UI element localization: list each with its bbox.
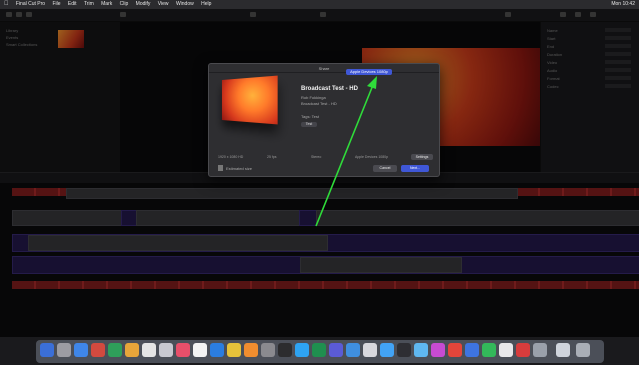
spreadsheet-icon[interactable]: [312, 343, 326, 357]
tag-chip[interactable]: Test: [301, 122, 317, 127]
menu-edit[interactable]: Edit: [68, 0, 77, 9]
chrome-icon[interactable]: [91, 343, 105, 357]
share-dialog: Share Apple Devices 1080p Broadcast Test…: [208, 63, 440, 177]
settings-button[interactable]: Settings: [411, 154, 433, 160]
menu-clip[interactable]: Clip: [120, 0, 129, 9]
dialog-title: Share: [318, 66, 330, 71]
format-resolution: 1920 x 1080 HD: [218, 155, 244, 159]
compressor-icon[interactable]: [346, 343, 360, 357]
format-preset: Apple Devices 1080p: [355, 155, 389, 159]
estimated-size-label: Estimated size: [226, 166, 253, 171]
format-audio: Stereo: [311, 155, 322, 159]
mail-icon[interactable]: [380, 343, 394, 357]
calendar-icon[interactable]: [142, 343, 156, 357]
maps-icon[interactable]: [414, 343, 428, 357]
menu-app[interactable]: Final Cut Pro: [16, 0, 45, 9]
menu-mark[interactable]: Mark: [101, 0, 112, 9]
menubar-clock: Mon 10:42: [611, 1, 635, 7]
zoom-app-icon[interactable]: [465, 343, 479, 357]
utilities-icon[interactable]: [533, 343, 547, 357]
youtube-icon[interactable]: [516, 343, 530, 357]
stickies-icon[interactable]: [227, 343, 241, 357]
messages-icon[interactable]: [108, 343, 122, 357]
firefox-icon[interactable]: [244, 343, 258, 357]
apple-menu-icon[interactable]: : [4, 0, 9, 9]
contacts-icon[interactable]: [159, 343, 173, 357]
menu-bar:  Final Cut Pro File Edit Trim Mark Clip…: [0, 0, 639, 9]
project-info-line: Broadcast Test - HD: [301, 101, 337, 106]
safari-icon[interactable]: [74, 343, 88, 357]
menu-modify[interactable]: Modify: [136, 0, 151, 9]
menu-file[interactable]: File: [52, 0, 60, 9]
music-icon[interactable]: [176, 343, 190, 357]
trash-icon[interactable]: [576, 343, 590, 357]
launchpad-icon[interactable]: [57, 343, 71, 357]
project-info-line: Tags: Test: [301, 114, 319, 119]
photos-icon[interactable]: [193, 343, 207, 357]
file-icon: [218, 165, 223, 171]
photoshop-icon[interactable]: [295, 343, 309, 357]
facetime-icon[interactable]: [482, 343, 496, 357]
podcasts-icon[interactable]: [431, 343, 445, 357]
format-framerate: 25 fps: [267, 155, 277, 159]
cancel-button[interactable]: Cancel: [373, 165, 397, 172]
news-icon[interactable]: [448, 343, 462, 357]
divider: [209, 72, 439, 73]
terminal-icon[interactable]: [397, 343, 411, 357]
finder-icon[interactable]: [40, 343, 54, 357]
menu-view[interactable]: View: [158, 0, 169, 9]
destination-tab[interactable]: Apple Devices 1080p: [346, 69, 392, 75]
menu-trim[interactable]: Trim: [84, 0, 94, 9]
system-preferences-icon[interactable]: [261, 343, 275, 357]
notes-icon[interactable]: [125, 343, 139, 357]
final-cut-icon[interactable]: [278, 343, 292, 357]
project-info-line: Rob Fokkinga: [301, 95, 326, 100]
downloads-folder-icon[interactable]: [556, 343, 570, 357]
textedit-icon[interactable]: [499, 343, 513, 357]
project-name[interactable]: Broadcast Test - HD: [301, 86, 358, 92]
preview-icon[interactable]: [363, 343, 377, 357]
project-preview-image: [221, 75, 278, 125]
menu-window[interactable]: Window: [176, 0, 194, 9]
motion-icon[interactable]: [329, 343, 343, 357]
app-store-icon[interactable]: [210, 343, 224, 357]
next-button[interactable]: Next...: [401, 165, 429, 172]
menu-help[interactable]: Help: [201, 0, 211, 9]
